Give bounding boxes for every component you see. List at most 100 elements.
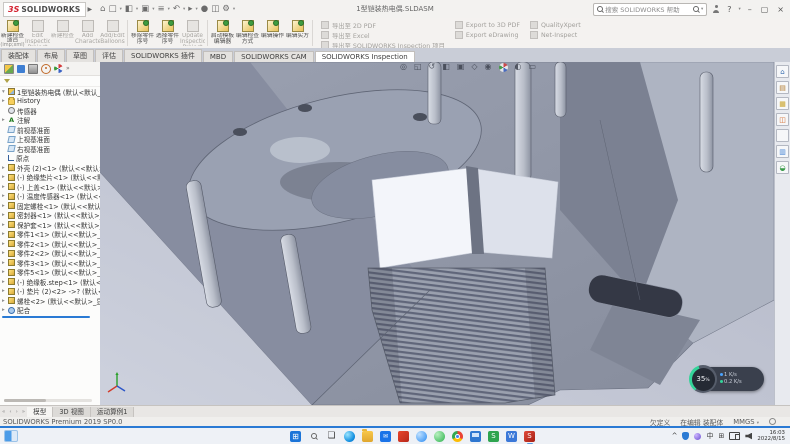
- pc-manager-icon[interactable]: [470, 431, 481, 442]
- save-icon[interactable]: ▣: [141, 5, 149, 14]
- tree-item-右视基准面[interactable]: 右视基准面: [0, 144, 100, 154]
- tree-filter[interactable]: [0, 76, 100, 87]
- tree-item--绝缘垫片-1[interactable]: ▸(-) 绝缘垫片<1> (默认<<默认>_显示状: [0, 173, 100, 183]
- options-icon[interactable]: ⚙: [222, 5, 230, 14]
- defender-icon[interactable]: [682, 432, 689, 440]
- taskbar-clock[interactable]: 16:03 2022/8/15: [757, 430, 785, 442]
- previous-view-icon[interactable]: ↺: [429, 62, 436, 72]
- file-explorer-icon[interactable]: [362, 431, 373, 442]
- featuremanager-tab[interactable]: [4, 64, 14, 74]
- menu-expand-icon[interactable]: ▶: [88, 6, 93, 13]
- tree-item-注解[interactable]: ▸A注解: [0, 116, 100, 126]
- ribbon-button-update-inspection-project[interactable]: Update Inspection Project: [180, 18, 205, 48]
- chrome-icon[interactable]: [452, 431, 463, 442]
- new-file-icon-caret[interactable]: ▾: [120, 7, 122, 12]
- undo-icon-caret[interactable]: ▾: [183, 7, 185, 12]
- search-button[interactable]: [308, 431, 319, 442]
- system-monitor-overlay[interactable]: 35% 1 K/s 0.2 K/s: [692, 367, 764, 391]
- restore-button[interactable]: ▢: [759, 5, 771, 14]
- resources-icon[interactable]: ⌂: [776, 65, 789, 78]
- print-icon[interactable]: ≡: [157, 5, 164, 14]
- solidworks-taskbar-icon[interactable]: S: [524, 431, 535, 442]
- ribbon-button-add-characteristic[interactable]: Add Characteristic: [75, 18, 100, 48]
- rebuild-icon[interactable]: ●: [201, 5, 208, 14]
- select-icon-caret[interactable]: ▾: [196, 7, 198, 12]
- ribbon-tab-solidworks-cam[interactable]: SOLIDWORKS CAM: [234, 51, 314, 62]
- doc-tab-模型[interactable]: 模型: [27, 407, 53, 418]
- custom-properties-icon[interactable]: ▥: [776, 145, 789, 158]
- undo-icon[interactable]: ↶: [173, 5, 180, 14]
- zoom-fit-icon[interactable]: ◎: [400, 62, 407, 72]
- tray-expand-icon[interactable]: ^: [672, 432, 678, 440]
- store-icon[interactable]: [398, 431, 409, 442]
- export-item-导出至-excel[interactable]: 导出至 Excel: [321, 31, 445, 39]
- search-submit-icon[interactable]: [693, 6, 699, 12]
- forum-icon[interactable]: ◒: [776, 161, 789, 174]
- search-options-caret[interactable]: ▾: [701, 7, 703, 12]
- ribbon-button-选择零件序号[interactable]: 选择零件序号: [155, 18, 180, 48]
- new-file-icon[interactable]: □: [109, 5, 117, 14]
- help-caret[interactable]: ▾: [738, 7, 740, 12]
- model-3d-view[interactable]: [100, 62, 774, 405]
- help-button[interactable]: ?: [725, 5, 733, 14]
- tree-item-配合[interactable]: ▸配合: [0, 306, 100, 316]
- export-item-export-edrawing[interactable]: Export eDrawing: [455, 31, 520, 39]
- export-item-export-to-3d-pdf[interactable]: Export to 3D PDF: [455, 21, 520, 29]
- tree-item-上视基准面[interactable]: 上视基准面: [0, 135, 100, 145]
- tree-hscrollbar[interactable]: [4, 399, 92, 402]
- file-explorer-icon[interactable]: ▦: [776, 97, 789, 110]
- display-style-icon[interactable]: ◇: [471, 62, 477, 72]
- options-icon-caret[interactable]: ▾: [233, 7, 235, 12]
- view-palette-icon[interactable]: ◫: [776, 113, 789, 126]
- ribbon-tab-装配体[interactable]: 装配体: [1, 49, 36, 62]
- save-icon-caret[interactable]: ▾: [152, 7, 154, 12]
- scroll-thumb[interactable]: [4, 399, 46, 402]
- doc-nav-arrow-3[interactable]: »: [20, 409, 27, 415]
- configurationmanager-tab[interactable]: [28, 64, 38, 74]
- open-file-icon-caret[interactable]: ▾: [136, 7, 138, 12]
- ribbon-tab-mbd[interactable]: MBD: [203, 51, 233, 62]
- view-orientation-icon[interactable]: ▣: [457, 62, 465, 72]
- export-item-导出至-2d-pdf[interactable]: 导出至 2D PDF: [321, 21, 445, 29]
- green-square-app-icon[interactable]: S: [488, 431, 499, 442]
- tree-item--绝缘板-st[interactable]: ▸(-) 绝缘板.step<1> (默认<<默认>_: [0, 277, 100, 287]
- mail-icon[interactable]: ✉: [380, 431, 391, 442]
- tree-item-密封器-1-默认[interactable]: ▸密封器<1> (默认<<默认>_显示状态: [0, 211, 100, 221]
- tree-item-外壳-2-1-[interactable]: ▸外壳 (2)<1> (默认<<默认>_显示状态: [0, 163, 100, 173]
- ribbon-tab-solidworks-inspection[interactable]: SOLIDWORKS Inspection: [315, 51, 415, 62]
- open-file-icon[interactable]: ◧: [125, 5, 133, 14]
- ribbon-tab-solidworks-插件[interactable]: SOLIDWORKS 插件: [124, 49, 202, 62]
- login-icon[interactable]: [712, 5, 720, 13]
- tree-item-零件2-1-默认[interactable]: ▸零件2<1> (默认<<默认>_显示状态: [0, 239, 100, 249]
- ribbon-button-新建检查[interactable]: 新建检查: [50, 18, 75, 48]
- ribbon-button-移除零件序号[interactable]: 移除零件序号: [130, 18, 155, 48]
- ime-indicator[interactable]: 中: [706, 431, 713, 441]
- widgets-button[interactable]: [4, 430, 18, 442]
- tree-item-零件5-1-默认[interactable]: ▸零件5<1> (默认<<默认>_显示状态: [0, 268, 100, 278]
- volume-icon[interactable]: [745, 433, 752, 440]
- design-library-icon[interactable]: ▤: [776, 81, 789, 94]
- tree-item-零件2-2-默认[interactable]: ▸零件2<2> (默认<<默认>_显示状态: [0, 249, 100, 259]
- tree-item-螺栓-2-默认-[interactable]: ▸螺栓<2> (默认<<默认>_显示状态: [0, 296, 100, 306]
- tree-item-传感器[interactable]: 传感器: [0, 106, 100, 116]
- view-settings-icon[interactable]: ▭: [529, 62, 537, 72]
- ribbon-button-启动模板编辑器[interactable]: 启动模板编辑器: [210, 18, 235, 48]
- ribbon-button-edit-inspection-project[interactable]: Edit Inspection Project: [25, 18, 50, 48]
- select-icon[interactable]: ▸: [188, 5, 192, 14]
- ribbon-button-编辑检查方式[interactable]: 编辑检查方式: [235, 18, 260, 48]
- expand-tabs[interactable]: »: [66, 65, 70, 73]
- edit-appearance-icon[interactable]: [499, 63, 508, 72]
- tree-item-零件3-1-默认[interactable]: ▸零件3<1> (默认<<默认>_显示状态: [0, 258, 100, 268]
- close-button[interactable]: ×: [775, 5, 786, 14]
- tree-root[interactable]: ▾ 1型铠装热电偶 (默认<默认_显示状态-1>): [0, 87, 100, 97]
- ribbon-button-编辑操作[interactable]: 编辑操作: [260, 18, 285, 48]
- ribbon-tab-草图[interactable]: 草图: [66, 49, 94, 62]
- solidworks-logo[interactable]: 3S SOLIDWORKS: [3, 2, 86, 17]
- tree-item-history[interactable]: ▸History: [0, 97, 100, 107]
- export-item-net-inspect[interactable]: Net-Inspect: [530, 31, 581, 39]
- tray-ball-icon[interactable]: [694, 433, 701, 440]
- tree-item-保护套-1-默认[interactable]: ▸保护套<1> (默认<<默认>_显示状态: [0, 220, 100, 230]
- ribbon-tab-布局[interactable]: 布局: [37, 49, 65, 62]
- dimxpertmanager-tab[interactable]: [41, 64, 51, 74]
- doc-nav-arrow-0[interactable]: «: [0, 409, 7, 415]
